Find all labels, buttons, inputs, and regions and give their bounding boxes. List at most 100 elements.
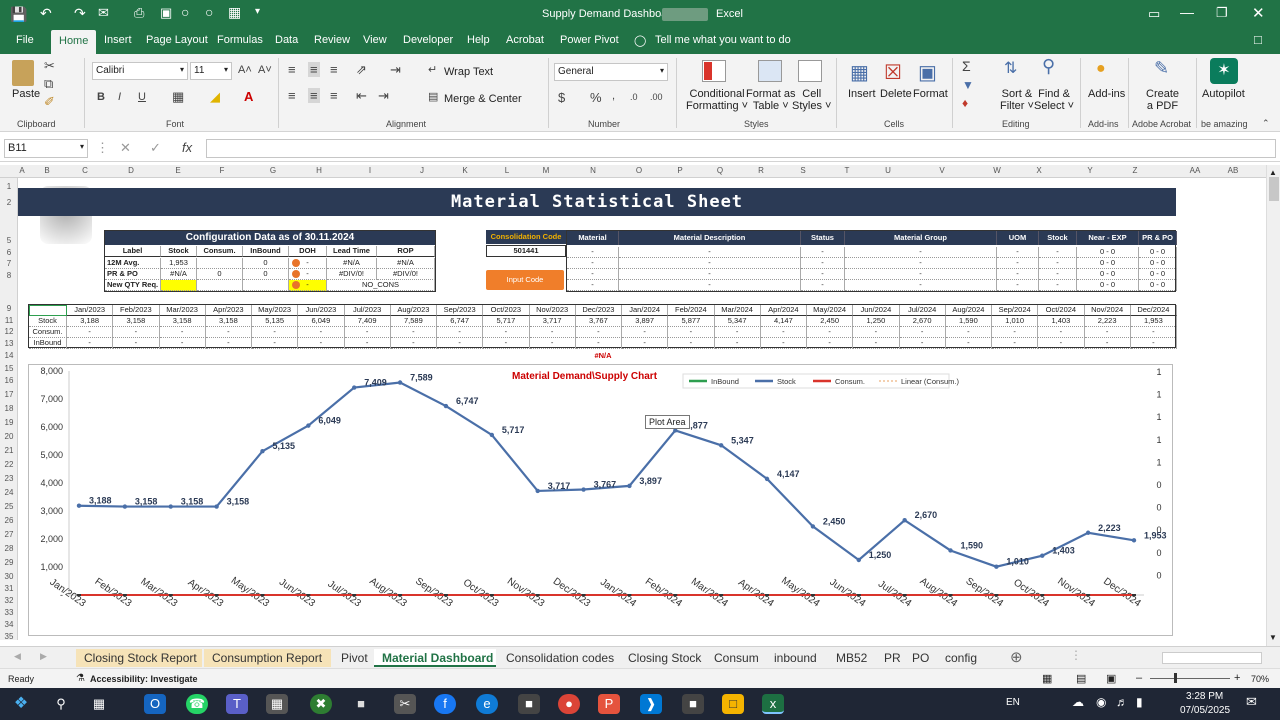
row-header[interactable]: 25: [0, 502, 18, 511]
print-icon[interactable]: ⎙: [134, 5, 144, 21]
minimize-icon[interactable]: —: [1180, 4, 1194, 20]
monthly-cell[interactable]: -: [1038, 327, 1085, 338]
menu-power-pivot[interactable]: Power Pivot: [560, 34, 619, 46]
monthly-cell[interactable]: -: [159, 327, 206, 338]
wrap-text-button[interactable]: Wrap Text: [444, 66, 493, 78]
font-size-select[interactable]: 11 ▾: [190, 62, 232, 80]
demand-supply-chart[interactable]: 8,000 7,000 6,000 5,000 4,000 3,000 2,000 1,000…: [29, 365, 1174, 637]
config-cell[interactable]: #N/A: [377, 258, 435, 269]
monthly-cell[interactable]: -: [298, 327, 345, 338]
row-header[interactable]: 9: [0, 304, 18, 313]
monthly-cell[interactable]: -: [483, 338, 530, 349]
material-cell[interactable]: 0 - 0: [1077, 269, 1139, 280]
column-header[interactable]: Z: [1127, 166, 1143, 175]
autopilot-button[interactable]: Autopilot: [1202, 88, 1245, 100]
menu-insert[interactable]: Insert: [104, 34, 132, 46]
task-view-icon[interactable]: ▦: [88, 694, 110, 714]
redo-icon[interactable]: ↷: [74, 5, 86, 22]
column-header[interactable]: C: [77, 166, 93, 175]
row-header[interactable]: 11: [0, 316, 18, 325]
column-header[interactable]: N: [585, 166, 601, 175]
merge-center-button[interactable]: Merge & Center: [444, 93, 522, 105]
monthly-cell[interactable]: -: [252, 338, 299, 349]
sheet-tab[interactable]: Consumption Report: [204, 649, 331, 667]
calculator-icon[interactable]: ▦: [266, 694, 288, 714]
sheet-tab[interactable]: PO: [904, 649, 935, 667]
config-cell[interactable]: 1,953: [161, 258, 197, 269]
column-header[interactable]: I: [362, 166, 378, 175]
monthly-cell[interactable]: -: [159, 338, 206, 349]
config-cell[interactable]: 0: [243, 258, 289, 269]
circle-icon[interactable]: ○: [181, 4, 189, 20]
monthly-cell[interactable]: -: [575, 338, 622, 349]
monthly-cell[interactable]: -: [437, 327, 484, 338]
monthly-cell[interactable]: -: [1038, 338, 1085, 349]
material-cell[interactable]: 0 - 0: [1077, 280, 1139, 291]
sheet-tab[interactable]: Pivot: [333, 649, 372, 667]
config-cell[interactable]: #N/A: [161, 269, 197, 280]
add-ins-button[interactable]: Add-ins: [1088, 88, 1125, 100]
number-format-select[interactable]: General ▾: [554, 63, 668, 81]
monthly-cell[interactable]: -: [668, 338, 715, 349]
monthly-cell[interactable]: -: [714, 338, 761, 349]
menu-developer[interactable]: Developer: [403, 34, 453, 46]
monthly-cell[interactable]: -: [1130, 327, 1177, 338]
decrease-decimal-icon[interactable]: .00: [650, 92, 663, 102]
material-cell[interactable]: -: [845, 247, 997, 258]
zoom-level[interactable]: 70%: [1251, 674, 1269, 684]
sheet-tab[interactable]: config: [937, 649, 983, 667]
monthly-cell[interactable]: 3,158: [113, 316, 160, 327]
monthly-cell[interactable]: -: [622, 327, 669, 338]
material-cell[interactable]: -: [567, 280, 619, 291]
monthly-cell[interactable]: -: [298, 338, 345, 349]
increase-decimal-icon[interactable]: .0: [630, 92, 638, 102]
monthly-cell[interactable]: -: [760, 327, 807, 338]
sheet-tab[interactable]: MB52: [828, 649, 874, 667]
monthly-cell[interactable]: -: [252, 327, 299, 338]
bold-icon[interactable]: B: [97, 91, 105, 103]
monthly-cell[interactable]: -: [760, 338, 807, 349]
paste-icon[interactable]: [12, 60, 34, 86]
vertical-scrollbar[interactable]: ▲ ▼: [1266, 165, 1280, 646]
enter-icon[interactable]: ✓: [150, 140, 161, 156]
column-header[interactable]: W: [989, 166, 1005, 175]
material-cell[interactable]: -: [997, 247, 1039, 258]
monthly-cell[interactable]: -: [113, 338, 160, 349]
config-cell[interactable]: 0: [243, 269, 289, 280]
monthly-cell[interactable]: -: [1130, 338, 1177, 349]
table-icon[interactable]: ▦: [228, 4, 241, 21]
monthly-cell[interactable]: -: [807, 327, 854, 338]
row-header[interactable]: 17: [0, 390, 18, 399]
row-header[interactable]: 27: [0, 530, 18, 539]
input-code-button[interactable]: Input Code: [486, 270, 564, 290]
align-middle-icon[interactable]: ≡: [308, 62, 320, 77]
row-header[interactable]: 7: [0, 259, 18, 268]
column-header[interactable]: Q: [712, 166, 728, 175]
monthly-cell[interactable]: -: [67, 327, 114, 338]
monthly-cell[interactable]: 3,897: [622, 316, 669, 327]
monthly-cell[interactable]: -: [622, 338, 669, 349]
camera-icon[interactable]: ▣: [160, 5, 172, 21]
column-header[interactable]: K: [457, 166, 473, 175]
row-header[interactable]: 33: [0, 608, 18, 617]
monthly-cell[interactable]: -: [1084, 338, 1131, 349]
monthly-cell[interactable]: 7,589: [390, 316, 437, 327]
format-as-table-button[interactable]: Format as Table ˅: [746, 88, 796, 112]
monthly-cell[interactable]: -: [344, 327, 391, 338]
row-header[interactable]: 8: [0, 271, 18, 280]
facebook-icon[interactable]: f: [434, 694, 456, 714]
row-header[interactable]: 26: [0, 516, 18, 525]
excel-taskbar-icon[interactable]: x: [762, 694, 784, 714]
undo-icon[interactable]: ↶: [40, 5, 52, 22]
config-cell[interactable]: 0: [197, 269, 243, 280]
column-header[interactable]: D: [123, 166, 139, 175]
monthly-cell[interactable]: -: [992, 327, 1039, 338]
formula-input[interactable]: [206, 139, 1276, 158]
monthly-cell[interactable]: -: [945, 338, 992, 349]
language-indicator[interactable]: EN: [1006, 697, 1020, 708]
menu-formulas[interactable]: Formulas: [217, 34, 263, 46]
clock-date[interactable]: 07/05/2025: [1180, 705, 1230, 716]
monthly-cell[interactable]: 3,188: [67, 316, 114, 327]
format-painter-icon[interactable]: ✐: [44, 94, 55, 110]
config-cell[interactable]: NO_CONS: [327, 280, 435, 291]
